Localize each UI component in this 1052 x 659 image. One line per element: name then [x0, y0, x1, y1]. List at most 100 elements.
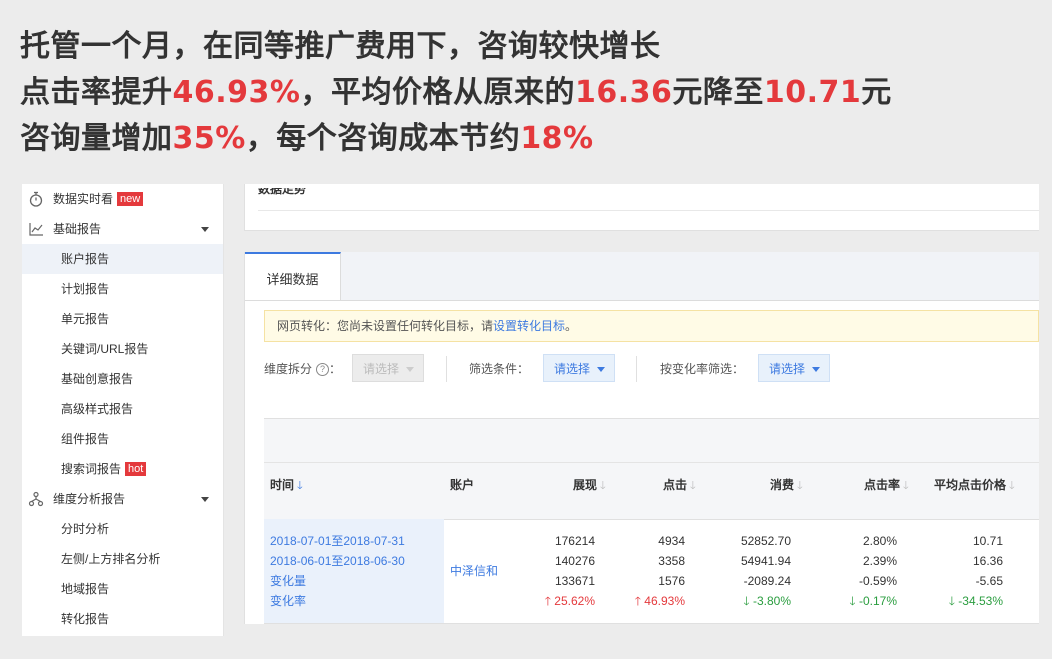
sidebar-item-label: 账户报告	[61, 252, 110, 266]
sidebar-item-conversion-report[interactable]: 转化报告	[22, 604, 223, 634]
header-label: 点击	[663, 478, 688, 492]
arrow-down-icon: 🡓	[849, 594, 859, 608]
chevron-down-icon	[406, 367, 414, 372]
headline-line-3: 咨询量增加35%，每个咨询成本节约18%	[20, 116, 892, 162]
table-cell-change-rate: 🡓 -34.53%	[949, 591, 1003, 611]
column-header-impressions[interactable]: 展现 🡓	[573, 463, 606, 508]
table-body: 2018-07-01至2018-07-31 2018-06-01至2018-06…	[264, 519, 1039, 624]
sort-desc-icon[interactable]: 🡓	[297, 480, 303, 492]
detail-table: 时间 🡓 账户 展现 🡓 点击 🡓 消费 🡓 点击率 🡓 平均点击价格 🡓 2018-07-…	[264, 418, 1039, 624]
change-rate-label: 变化率	[270, 594, 307, 608]
dimension-split-select[interactable]: 请选择	[352, 354, 424, 382]
headline-line-2: 点击率提升46.93%，平均价格从原来的16.36元降至10.71元	[20, 70, 892, 116]
sidebar-group-basic-reports[interactable]: 基础报告	[22, 214, 223, 244]
table-cell-change-rate: 🡓 -0.17%	[849, 591, 897, 611]
sort-icon[interactable]: 🡓	[1009, 480, 1015, 492]
headline-text: ，平均价格从原来的	[300, 75, 575, 110]
column-header-time[interactable]: 时间 🡓	[270, 463, 303, 508]
sidebar-item-label: 组件报告	[61, 432, 110, 446]
table-cell-change-rate: 🡓 -3.80%	[743, 591, 791, 611]
table-header: 时间 🡓 账户 展现 🡓 点击 🡓 消费 🡓 点击率 🡓 平均点击价格 🡓	[264, 462, 1039, 520]
label-colon: ：	[329, 362, 342, 376]
arrow-down-icon: 🡓	[948, 594, 959, 608]
chevron-down-icon[interactable]	[201, 497, 209, 502]
sidebar-item-advanced-style-report[interactable]: 高级样式报告	[22, 394, 223, 424]
stopwatch-icon	[29, 191, 43, 207]
tab-detail-data[interactable]: 详细数据	[245, 252, 341, 300]
notice-text: 网页转化：您尚未设置任何转化目标，请	[277, 319, 494, 333]
time-range-previous[interactable]: 2018-06-01至2018-06-30	[270, 551, 405, 571]
table-cell-change-rate: 🡑 46.93%	[635, 591, 685, 611]
headline-line-1: 托管一个月，在同等推广费用下，咨询较快增长	[20, 29, 661, 64]
sidebar-group-dimension-reports[interactable]: 维度分析报告	[22, 484, 223, 514]
sidebar-item-component-report[interactable]: 组件报告	[22, 424, 223, 454]
time-range-current[interactable]: 2018-07-01至2018-07-31	[270, 531, 405, 551]
sort-icon[interactable]: 🡓	[797, 480, 803, 492]
column-header-ctr[interactable]: 点击率 🡓	[864, 463, 909, 508]
help-icon[interactable]: ?	[316, 363, 330, 376]
sidebar-item-rank-analysis[interactable]: 左侧/上方排名分析	[22, 544, 223, 574]
select-value: 请选择	[363, 362, 400, 376]
sidebar-item-creative-report[interactable]: 基础创意报告	[22, 364, 223, 394]
sidebar-item-region-report[interactable]: 地域报告	[22, 574, 223, 604]
headline-highlight: 18%	[520, 121, 594, 156]
column-header-clicks[interactable]: 点击 🡓	[663, 463, 696, 508]
arrow-up-icon: 🡑	[544, 594, 555, 608]
headline-text: 点击率提升	[20, 75, 173, 110]
change-amount-label: 变化量	[270, 574, 307, 588]
change-rate-filter-select[interactable]: 请选择	[758, 354, 830, 382]
trend-title: 数据走势	[258, 182, 307, 196]
sidebar: 数据实时看 new 基础报告 账户报告 计划报告 单元报告 关键词/URL报告 基…	[22, 184, 224, 636]
table-cell: 52852.70	[740, 534, 791, 548]
chevron-down-icon[interactable]	[201, 227, 209, 232]
sidebar-item-hourly-analysis[interactable]: 分时分析	[22, 514, 223, 544]
column-header-avg-cpc[interactable]: 平均点击价格 🡓	[934, 463, 1015, 508]
set-conversion-goal-link[interactable]: 设置转化目标	[493, 319, 565, 333]
table-cell: 176214	[554, 534, 595, 548]
account-link[interactable]: 中泽信和	[450, 561, 498, 581]
hierarchy-icon	[28, 491, 44, 507]
table-cell-change-rate: 🡑 25.62%	[545, 591, 595, 611]
sidebar-item-label: 单元报告	[61, 312, 110, 326]
filter-condition-label: 筛选条件：	[469, 362, 530, 376]
table-cell: 3358	[658, 554, 685, 568]
arrow-down-icon: 🡓	[743, 594, 753, 608]
sidebar-item-plan-report[interactable]: 计划报告	[22, 274, 223, 304]
chevron-down-icon	[812, 367, 820, 372]
rate-value: -3.80%	[752, 594, 791, 608]
filter-condition-select[interactable]: 请选择	[543, 354, 615, 382]
rate-value: 25.62%	[554, 594, 595, 608]
dimension-split-label: 维度拆分?：	[264, 354, 341, 384]
table-cell: 1576	[658, 574, 685, 588]
trend-panel: 数据走势	[244, 184, 1039, 231]
sidebar-item-label: 基础报告	[53, 222, 102, 236]
table-cell: 2.80%	[862, 534, 897, 548]
sidebar-item-keyword-report[interactable]: 关键词/URL报告	[22, 334, 223, 364]
table-cell: 54941.94	[740, 554, 791, 568]
sidebar-item-search-term-report[interactable]: 搜索词报告 hot	[22, 454, 223, 484]
sidebar-item-label: 数据实时看	[53, 192, 114, 206]
sidebar-item-realtime[interactable]: 数据实时看 new	[22, 184, 223, 214]
sidebar-item-unit-report[interactable]: 单元报告	[22, 304, 223, 334]
sidebar-item-label: 转化报告	[61, 612, 110, 626]
sort-icon[interactable]: 🡓	[690, 480, 696, 492]
sidebar-item-label: 左侧/上方排名分析	[61, 552, 161, 566]
divider	[446, 356, 447, 382]
table-cell: 10.71	[972, 534, 1003, 548]
sort-icon[interactable]: 🡓	[600, 480, 606, 492]
column-header-cost[interactable]: 消费 🡓	[770, 463, 803, 508]
conversion-notice: 网页转化：您尚未设置任何转化目标，请设置转化目标。	[264, 310, 1039, 342]
sort-icon[interactable]: 🡓	[903, 480, 909, 492]
notice-text: 。	[565, 319, 578, 333]
table-cell: -5.65	[975, 574, 1003, 588]
divider	[636, 356, 637, 382]
table-cell: 2.39%	[862, 554, 897, 568]
sidebar-item-label: 地域报告	[61, 582, 110, 596]
select-value: 请选择	[554, 362, 591, 376]
sidebar-item-account-report[interactable]: 账户报告	[22, 244, 223, 274]
header-label: 点击率	[864, 478, 901, 492]
divider	[258, 210, 1039, 211]
tab-bar: 详细数据	[245, 252, 1039, 301]
table-cell: 140276	[554, 554, 595, 568]
chevron-down-icon	[597, 367, 605, 372]
